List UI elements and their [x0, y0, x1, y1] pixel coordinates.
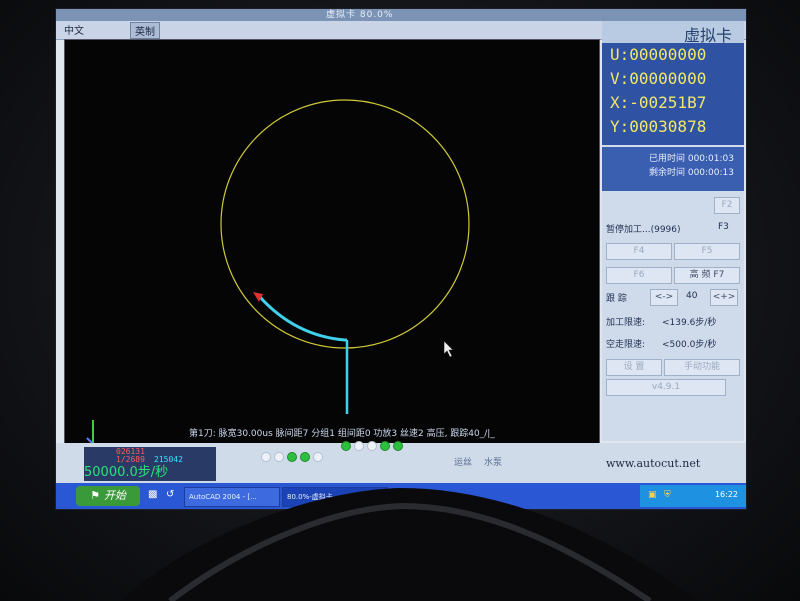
status-dot — [313, 452, 323, 462]
used-time-row: 已用时间 000:01:03 — [649, 151, 734, 164]
monitor-screen: 虚拟卡 80.0% 中文 英制 第1刀: 脉宽30.00us 脉间距7 分组1 … — [55, 8, 747, 510]
idle-speed-value[interactable]: <500.0步/秒 — [662, 337, 716, 350]
status-dot — [393, 441, 403, 451]
mouse-cursor-icon — [444, 341, 454, 357]
coord-v: V:00000000 — [610, 69, 707, 88]
tracking-increase-button[interactable]: <+> — [710, 289, 738, 306]
website-label: www.autocut.net — [606, 457, 701, 470]
drawing-svg — [86, 99, 470, 444]
circle-outline — [220, 99, 470, 349]
remaining-time-row: 剩余时间 000:00:13 — [649, 165, 734, 178]
manual-function-button[interactable]: 手动功能 — [664, 359, 740, 376]
window-title: 虚拟卡 80.0% — [326, 10, 394, 20]
used-time-label: 已用时间 — [648, 154, 685, 164]
pause-processing-button[interactable]: 暂停加工...(9996) — [606, 222, 681, 235]
status-dot — [354, 441, 364, 451]
f7-label: F7 — [713, 270, 725, 280]
cut-toolpath — [257, 294, 347, 342]
status-dot — [300, 452, 310, 462]
wire-feed-tab[interactable]: 运丝 — [454, 455, 472, 468]
f3-label: F3 — [718, 222, 729, 232]
water-pump-tab[interactable]: 水泵 — [484, 455, 502, 468]
coord-u: U:00000000 — [610, 45, 707, 64]
proc-speed-label: 加工限速: — [606, 318, 646, 328]
f5-button[interactable]: F5 — [674, 243, 740, 260]
status-dot — [287, 452, 297, 462]
coord-y: Y:00030878 — [610, 117, 707, 136]
status-dot — [341, 441, 351, 451]
coord-x: X:-00251B7 — [610, 93, 707, 112]
menu-chinese[interactable]: 中文 — [60, 22, 88, 37]
status-dot — [367, 441, 377, 451]
status-dot — [380, 441, 390, 451]
f4-button[interactable]: F4 — [606, 243, 672, 260]
high-freq-button[interactable]: 高 频 F7 — [674, 267, 740, 284]
settings-button[interactable]: 设 置 — [606, 359, 662, 376]
tracking-value: 40 — [686, 291, 698, 301]
tracking-decrease-button[interactable]: <-> — [650, 289, 678, 306]
coordinate-display: U:00000000 V:00000000 X:-00251B7 Y:00030… — [602, 43, 744, 145]
window-title-bar: 虚拟卡 80.0% — [56, 9, 746, 21]
status-line: 第1刀: 脉宽30.00us 脉间距7 分组1 组间距0 功放3 丝速2 高压,… — [189, 429, 495, 439]
status-dot — [261, 452, 271, 462]
high-freq-label: 高 频 — [689, 270, 711, 280]
used-time-value: 000:01:03 — [687, 154, 734, 164]
dot-group-1 — [261, 452, 323, 462]
remaining-time-value: 000:00:13 — [687, 168, 734, 178]
time-panel: 已用时间 000:01:03 剩余时间 000:00:13 — [602, 147, 744, 191]
f2-button[interactable]: F2 — [714, 197, 740, 214]
f6-button[interactable]: F6 — [606, 267, 672, 284]
foreground-cable — [120, 488, 700, 601]
menu-english[interactable]: 英制 — [130, 22, 160, 39]
tracking-label: 跟 踪 — [606, 294, 627, 304]
remaining-time-label: 剩余时间 — [648, 168, 685, 178]
status-dot — [274, 452, 284, 462]
control-panel: 虚拟卡 U:00000000 V:00000000 X:-00251B7 Y:0… — [602, 21, 744, 441]
idle-speed-label: 空走限速: — [606, 340, 646, 350]
app-title-bar: 虚拟卡 — [602, 21, 744, 45]
version-label: v4.9.1 — [606, 379, 726, 396]
proc-speed-value[interactable]: <139.6步/秒 — [662, 315, 716, 328]
dot-group-2 — [341, 441, 403, 451]
cad-canvas[interactable]: 第1刀: 脉宽30.00us 脉间距7 分组1 组间距0 功放3 丝速2 高压,… — [64, 39, 600, 445]
axis-icon — [86, 420, 113, 444]
